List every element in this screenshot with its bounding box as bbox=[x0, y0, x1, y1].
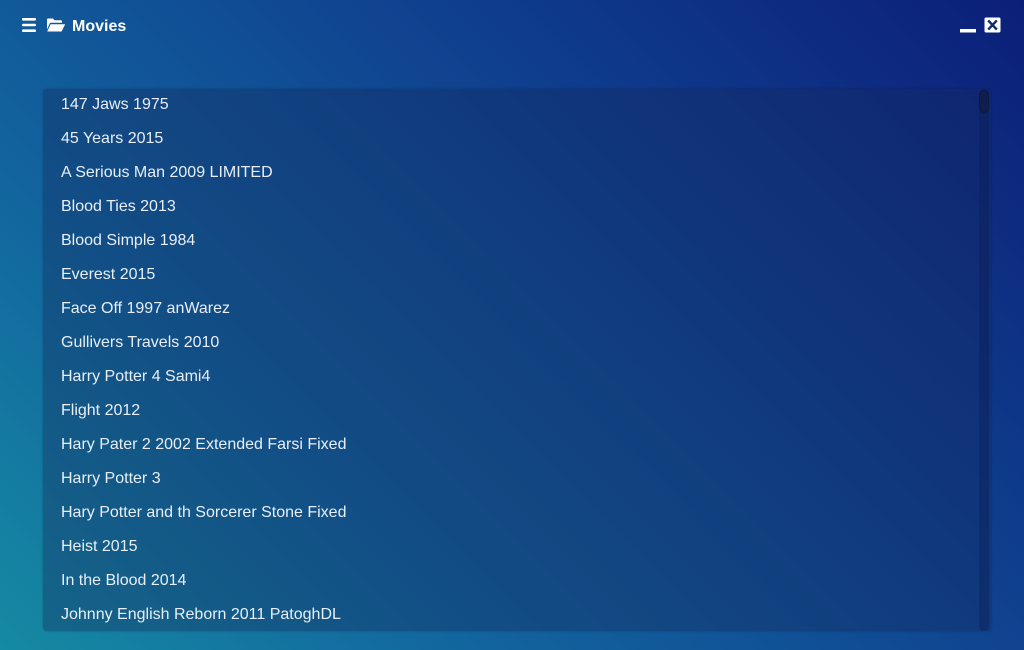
list-item[interactable]: Everest 2015 bbox=[43, 258, 979, 292]
list-item[interactable]: 147 Jaws 1975 bbox=[43, 89, 979, 122]
list-item[interactable]: Blood Ties 2013 bbox=[43, 190, 979, 224]
window-title: Movies bbox=[72, 18, 127, 35]
close-icon[interactable] bbox=[984, 17, 1001, 33]
list-item[interactable]: 45 Years 2015 bbox=[43, 122, 979, 156]
minimize-icon[interactable] bbox=[959, 18, 977, 34]
list-item[interactable]: A Serious Man 2009 LIMITED bbox=[43, 156, 979, 190]
list-item[interactable]: Johnny English Reborn 2011 PatoghDL bbox=[43, 598, 979, 631]
list-item[interactable]: Harry Potter 4 Sami4 bbox=[43, 360, 979, 394]
title-bar: Movies bbox=[0, 0, 1024, 52]
list-item[interactable]: In the Blood 2014 bbox=[43, 564, 979, 598]
list-item[interactable]: Blood Simple 1984 bbox=[43, 224, 979, 258]
open-folder-icon bbox=[46, 17, 66, 33]
list-item[interactable]: Gullivers Travels 2010 bbox=[43, 326, 979, 360]
hamburger-menu-icon[interactable] bbox=[21, 17, 37, 33]
vertical-scrollbar[interactable] bbox=[979, 89, 989, 631]
movie-list: 147 Jaws 1975 45 Years 2015 A Serious Ma… bbox=[43, 89, 979, 631]
list-item[interactable]: Heist 2015 bbox=[43, 530, 979, 564]
movie-list-panel: 147 Jaws 1975 45 Years 2015 A Serious Ma… bbox=[43, 89, 991, 631]
list-item[interactable]: Harry Potter 3 bbox=[43, 462, 979, 496]
list-item[interactable]: Hary Potter and th Sorcerer Stone Fixed bbox=[43, 496, 979, 530]
scrollbar-thumb[interactable] bbox=[979, 90, 989, 113]
list-item[interactable]: Flight 2012 bbox=[43, 394, 979, 428]
list-item[interactable]: Face Off 1997 anWarez bbox=[43, 292, 979, 326]
list-item[interactable]: Hary Pater 2 2002 Extended Farsi Fixed bbox=[43, 428, 979, 462]
